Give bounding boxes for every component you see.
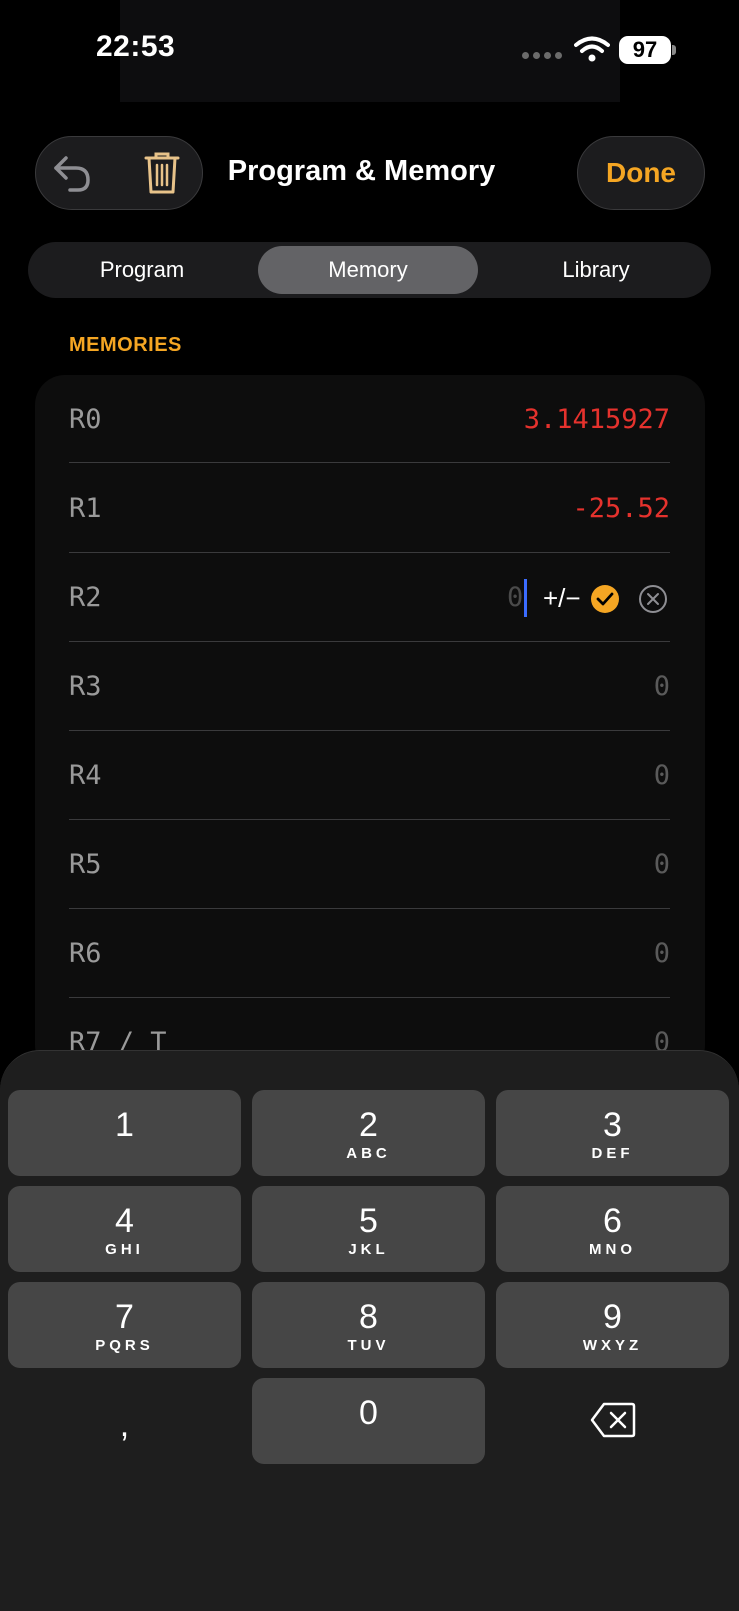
divider: [69, 997, 670, 998]
signal-dots-icon: [522, 52, 562, 59]
memory-edit-field-r2[interactable]: 0: [507, 582, 523, 613]
section-label: MEMORIES: [69, 334, 182, 356]
key-digit: 5: [359, 1202, 378, 1240]
memory-value-r1[interactable]: -25.52: [572, 493, 670, 524]
key-digit: 6: [603, 1202, 622, 1240]
key-0[interactable]: 0: [252, 1378, 485, 1464]
key-1[interactable]: 1: [8, 1090, 241, 1176]
status-time: 22:53: [96, 30, 176, 63]
battery-level: 97: [619, 36, 671, 64]
memory-label-r3: R3: [69, 671, 102, 702]
key-comma[interactable]: ,: [8, 1378, 241, 1464]
key-letters: PQRS: [95, 1337, 154, 1354]
key-digit: 8: [359, 1298, 378, 1336]
key-digit: 9: [603, 1298, 622, 1336]
tab-program[interactable]: Program: [32, 246, 252, 294]
memory-label-r6: R6: [69, 938, 102, 969]
memory-value-r6[interactable]: 0: [654, 938, 670, 969]
key-3[interactable]: 3 DEF: [496, 1090, 729, 1176]
memory-list: [35, 375, 705, 1075]
key-letters: DEF: [591, 1145, 634, 1162]
key-digit: 2: [359, 1106, 378, 1144]
key-digit: 4: [115, 1202, 134, 1240]
clear-x-icon[interactable]: [638, 584, 668, 614]
key-digit: 7: [115, 1298, 134, 1336]
key-digit: 0: [359, 1394, 378, 1432]
key-letters: MNO: [589, 1241, 636, 1258]
wifi-icon: [574, 36, 610, 62]
divider: [69, 641, 670, 642]
memory-label-r4: R4: [69, 760, 102, 791]
tab-library[interactable]: Library: [486, 246, 706, 294]
key-6[interactable]: 6 MNO: [496, 1186, 729, 1272]
divider: [69, 462, 670, 463]
plus-minus-button[interactable]: +/−: [543, 583, 581, 614]
key-digit: 1: [115, 1106, 134, 1144]
memory-value-r5[interactable]: 0: [654, 849, 670, 880]
divider: [69, 819, 670, 820]
memory-label-r1: R1: [69, 493, 102, 524]
key-letters: JKL: [348, 1241, 389, 1258]
text-caret: [524, 579, 527, 617]
key-2[interactable]: 2 ABC: [252, 1090, 485, 1176]
key-5[interactable]: 5 JKL: [252, 1186, 485, 1272]
confirm-check-icon[interactable]: [590, 584, 620, 614]
key-digit: ,: [119, 1406, 130, 1444]
key-letters: ABC: [346, 1145, 391, 1162]
key-backspace[interactable]: [496, 1378, 729, 1464]
notch-area: [120, 0, 620, 102]
divider: [69, 908, 670, 909]
done-button[interactable]: Done: [577, 136, 705, 210]
battery-tip: [672, 45, 676, 55]
key-letters: GHI: [105, 1241, 144, 1258]
memory-value-r4[interactable]: 0: [654, 760, 670, 791]
divider: [69, 552, 670, 553]
key-4[interactable]: 4 GHI: [8, 1186, 241, 1272]
memory-label-r2: R2: [69, 582, 102, 613]
key-letters: TUV: [347, 1337, 390, 1354]
backspace-icon: [590, 1402, 635, 1438]
key-digit: 3: [603, 1106, 622, 1144]
memory-value-r3[interactable]: 0: [654, 671, 670, 702]
key-letters: WXYZ: [582, 1337, 643, 1354]
divider: [69, 730, 670, 731]
memory-label-r5: R5: [69, 849, 102, 880]
key-7[interactable]: 7 PQRS: [8, 1282, 241, 1368]
key-9[interactable]: 9 WXYZ: [496, 1282, 729, 1368]
key-8[interactable]: 8 TUV: [252, 1282, 485, 1368]
tab-memory[interactable]: Memory: [258, 246, 478, 294]
memory-label-r0: R0: [69, 404, 102, 435]
memory-value-r0[interactable]: 3.1415927: [524, 404, 670, 435]
page-title-text: Program & Memory: [227, 155, 496, 187]
